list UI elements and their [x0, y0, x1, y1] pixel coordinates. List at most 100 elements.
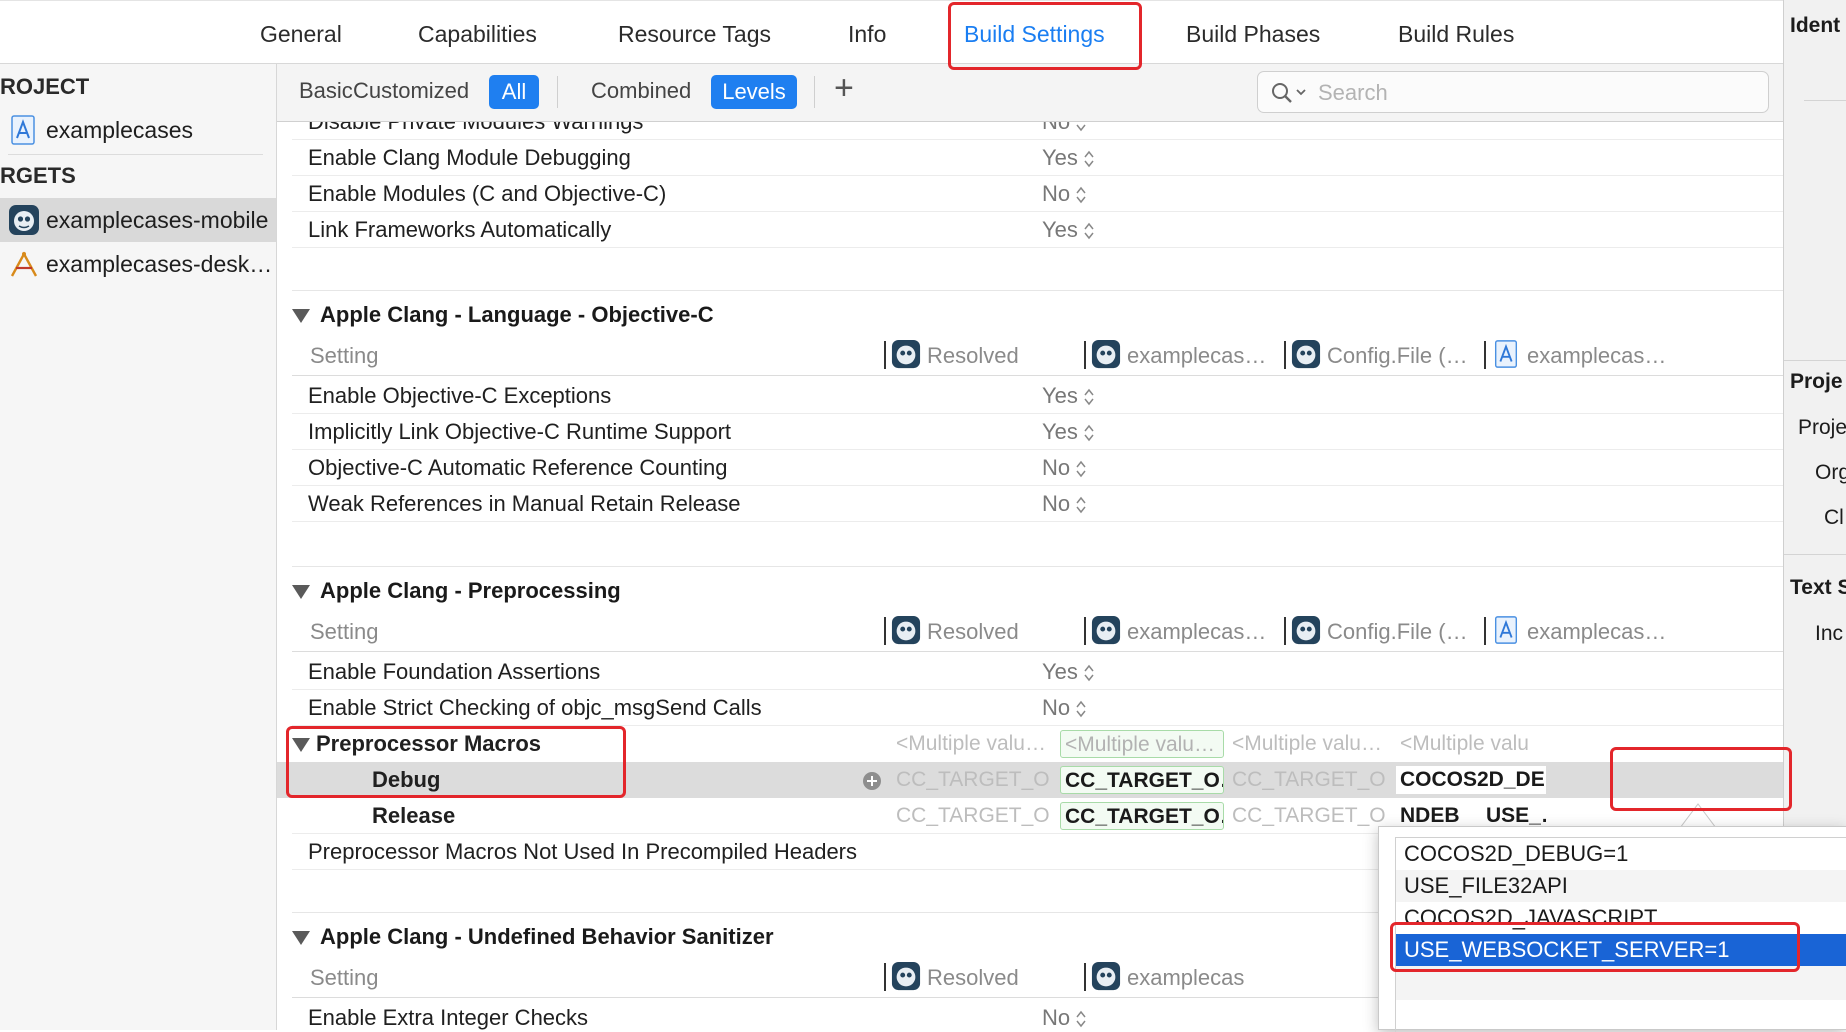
setting-name: Enable Modules (C and Objective-C) — [308, 181, 667, 206]
column-separator — [884, 963, 886, 991]
setting-name: Enable Foundation Assertions — [308, 659, 601, 684]
stepper-icon — [1084, 150, 1094, 168]
setting-row[interactable]: Enable Strict Checking of objc_msgSend C… — [292, 690, 1783, 726]
macro-summary-target[interactable]: <Multiple valu… — [1060, 730, 1224, 758]
macro-list-item[interactable]: COCOS2D_JAVASCRIPT — [1396, 902, 1846, 934]
setting-name: Enable Objective-C Exceptions — [308, 383, 612, 408]
column-header-setting: Setting — [310, 965, 379, 990]
tab-build-phases[interactable]: Build Phases — [1186, 21, 1320, 48]
tab-general[interactable]: General — [260, 21, 342, 48]
stepper-icon — [1084, 222, 1094, 240]
macro-debug-config: CC_TARGET_O… — [1232, 768, 1388, 791]
macro-debug-target[interactable]: CC_TARGET_O… — [1060, 766, 1224, 794]
setting-value[interactable]: No — [1042, 455, 1086, 481]
tab-build-rules[interactable]: Build Rules — [1398, 21, 1514, 48]
divider — [8, 154, 263, 155]
column-header-text: examplecas… — [1527, 343, 1667, 368]
inspector-text-settings-header: Text S — [1790, 576, 1846, 599]
stepper-icon — [1076, 186, 1086, 204]
divider — [1784, 360, 1846, 361]
setting-row[interactable]: Weak References in Manual Retain Release… — [292, 486, 1783, 522]
divider — [292, 290, 1783, 291]
setting-value[interactable]: Yes — [1042, 217, 1094, 243]
setting-value[interactable]: No — [1042, 695, 1086, 721]
column-header-text: Config.File (… — [1327, 619, 1468, 644]
column-header-setting: Setting — [310, 343, 379, 368]
sidebar-item-label: examplecases-mobile — [46, 207, 269, 233]
filter-customized[interactable]: Customized — [353, 78, 469, 104]
macro-list-item-selected[interactable]: USE_WEBSOCKET_SERVER=1 — [1396, 934, 1846, 966]
value-text: Yes — [1042, 419, 1078, 444]
column-header-row: Setting Resolved examplecas… Config.File… — [292, 610, 1783, 652]
disclosure-triangle-icon[interactable] — [292, 309, 310, 324]
tab-resource-tags[interactable]: Resource Tags — [618, 21, 771, 48]
add-setting-button[interactable]: + — [834, 69, 854, 108]
setting-row[interactable]: Enable Clang Module Debugging Yes — [292, 140, 1783, 176]
setting-row[interactable]: Enable Objective-C Exceptions Yes — [292, 378, 1783, 414]
cocos-app-icon — [891, 961, 921, 991]
setting-value[interactable]: Yes — [1042, 145, 1094, 171]
setting-row[interactable]: Implicitly Link Objective-C Runtime Supp… — [292, 414, 1783, 450]
section-title-preprocessing[interactable]: Apple Clang - Preprocessing — [292, 578, 621, 604]
setting-value[interactable]: No — [1042, 181, 1086, 207]
value-text: Yes — [1042, 145, 1078, 170]
macro-list-empty-row — [1396, 966, 1846, 1000]
macro-debug-row[interactable]: Debug CC_TARGET_O… CC_TARGET_O… CC_TARGE… — [292, 762, 1783, 798]
macro-list-item[interactable]: USE_FILE32API — [1396, 870, 1846, 902]
stepper-icon — [1076, 496, 1086, 514]
macro-release-resolved: CC_TARGET_O… — [896, 804, 1052, 827]
xcode-project-icon — [1494, 616, 1518, 644]
macro-list-item[interactable]: COCOS2D_DEBUG=1 — [1396, 838, 1846, 870]
setting-value[interactable]: No — [1042, 1005, 1086, 1030]
inspector-indent-label: Inc — [1815, 622, 1844, 645]
stepper-icon — [1084, 664, 1094, 682]
tab-build-settings[interactable]: Build Settings — [964, 21, 1105, 48]
setting-name: Link Frameworks Automatically — [308, 217, 612, 242]
filter-all[interactable]: All — [489, 75, 539, 109]
popup-arrow — [1680, 803, 1716, 828]
value-text: No — [1042, 455, 1071, 480]
column-header-row: Setting Resolved examplecas… Config.File… — [292, 334, 1783, 376]
cocos-app-icon — [891, 615, 921, 645]
preprocessor-macros-row[interactable]: Preprocessor Macros <Multiple valu… <Mul… — [292, 726, 1783, 762]
search-field[interactable]: Search — [1257, 71, 1769, 113]
disclosure-triangle-icon[interactable] — [292, 931, 310, 946]
column-header-text: examplecas… — [1127, 619, 1267, 644]
sidebar-item-target-desktop[interactable]: examplecases-desk… — [0, 242, 276, 286]
filter-combined[interactable]: Combined — [591, 78, 691, 104]
setting-name: Implicitly Link Objective-C Runtime Supp… — [308, 419, 732, 444]
macro-debug-project[interactable]: COCOS2D_DE… — [1396, 766, 1546, 794]
build-settings-filter-bar: Basic Customized All Combined Levels + S… — [277, 64, 1783, 122]
cocos-app-icon — [1091, 961, 1121, 991]
add-condition-icon[interactable] — [862, 771, 882, 791]
macos-app-icon — [10, 251, 38, 277]
setting-row[interactable]: Enable Modules (C and Objective-C) No — [292, 176, 1783, 212]
sidebar-item-target-mobile[interactable]: examplecases-mobile — [0, 198, 276, 242]
column-header-text: Resolved — [927, 619, 1019, 644]
setting-value[interactable]: Yes — [1042, 383, 1094, 409]
setting-row[interactable]: Disable Private Modules Warnings No — [292, 122, 1783, 140]
sidebar-item-project[interactable]: examplecases — [0, 108, 276, 152]
column-separator — [1084, 617, 1086, 645]
setting-row[interactable]: Link Frameworks Automatically Yes — [292, 212, 1783, 248]
divider — [292, 566, 1783, 567]
setting-value[interactable]: Yes — [1042, 659, 1094, 685]
column-header-setting: Setting — [310, 619, 379, 644]
cocos-app-icon — [9, 205, 39, 235]
macro-release-target[interactable]: CC_TARGET_O… — [1060, 802, 1224, 830]
column-header-text: Config.File (… — [1327, 343, 1468, 368]
value-text: Yes — [1042, 383, 1078, 408]
tab-info[interactable]: Info — [848, 21, 886, 48]
filter-levels[interactable]: Levels — [711, 75, 797, 109]
setting-row[interactable]: Objective-C Automatic Reference Counting… — [292, 450, 1783, 486]
section-title-objc[interactable]: Apple Clang - Language - Objective-C — [292, 302, 714, 328]
setting-value[interactable]: No — [1042, 491, 1086, 517]
setting-value[interactable]: Yes — [1042, 419, 1094, 445]
tab-capabilities[interactable]: Capabilities — [418, 21, 537, 48]
filter-basic[interactable]: Basic — [299, 78, 353, 104]
setting-value[interactable]: No — [1042, 122, 1086, 135]
setting-row[interactable]: Enable Foundation Assertions Yes — [292, 654, 1783, 690]
disclosure-triangle-icon[interactable] — [292, 585, 310, 600]
disclosure-triangle-icon[interactable] — [292, 738, 310, 753]
section-title-ubsan[interactable]: Apple Clang - Undefined Behavior Sanitiz… — [292, 924, 774, 950]
